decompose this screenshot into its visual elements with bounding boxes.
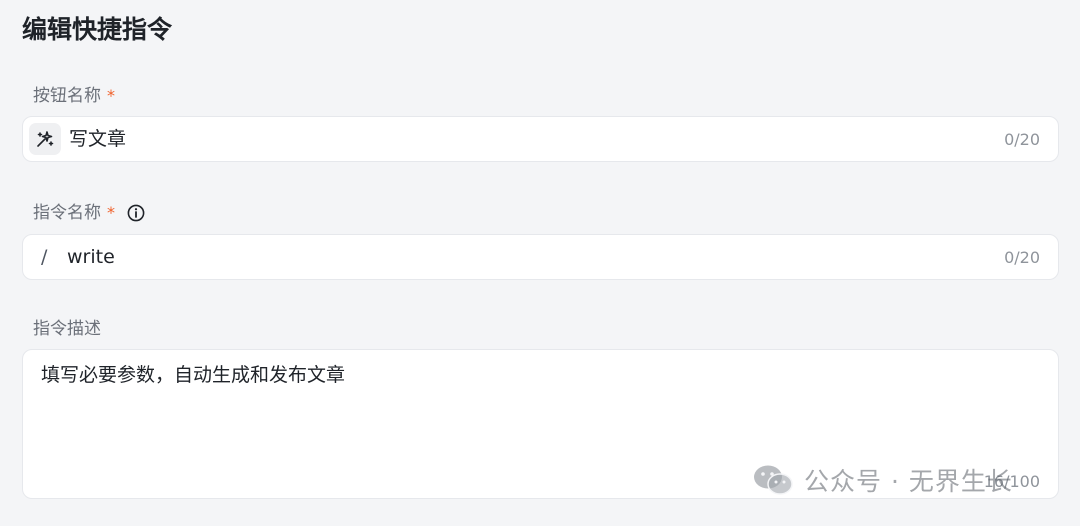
button-name-label: 按钮名称 *: [33, 84, 115, 108]
command-name-label-text: 指令名称: [33, 203, 101, 223]
button-name-field[interactable]: 写文章 0/20: [22, 116, 1059, 162]
command-desc-input[interactable]: 填写必要参数，自动生成和发布文章: [41, 362, 345, 388]
button-name-counter: 0/20: [1004, 129, 1040, 149]
watermark-text: 公众号 · 无界生长: [804, 467, 1013, 496]
command-name-input[interactable]: write: [67, 244, 115, 270]
command-desc-label: 指令描述: [33, 317, 101, 341]
command-name-label: 指令名称 *: [33, 201, 145, 225]
button-name-input[interactable]: 写文章: [69, 126, 126, 152]
command-name-counter: 0/20: [1004, 247, 1040, 267]
magic-sparkle-icon: [35, 129, 55, 149]
required-mark: *: [107, 203, 115, 222]
icon-picker-button[interactable]: [29, 123, 61, 155]
page-title: 编辑快捷指令: [22, 15, 173, 44]
button-name-label-text: 按钮名称: [33, 86, 101, 106]
command-name-field[interactable]: / write 0/20: [22, 234, 1059, 280]
command-desc-label-text: 指令描述: [33, 319, 101, 339]
slash-prefix: /: [41, 246, 48, 268]
required-mark: *: [107, 86, 115, 105]
info-icon[interactable]: [127, 204, 145, 222]
wechat-icon: [752, 463, 804, 497]
watermark: 公众号 · 无界生长: [752, 462, 1013, 498]
